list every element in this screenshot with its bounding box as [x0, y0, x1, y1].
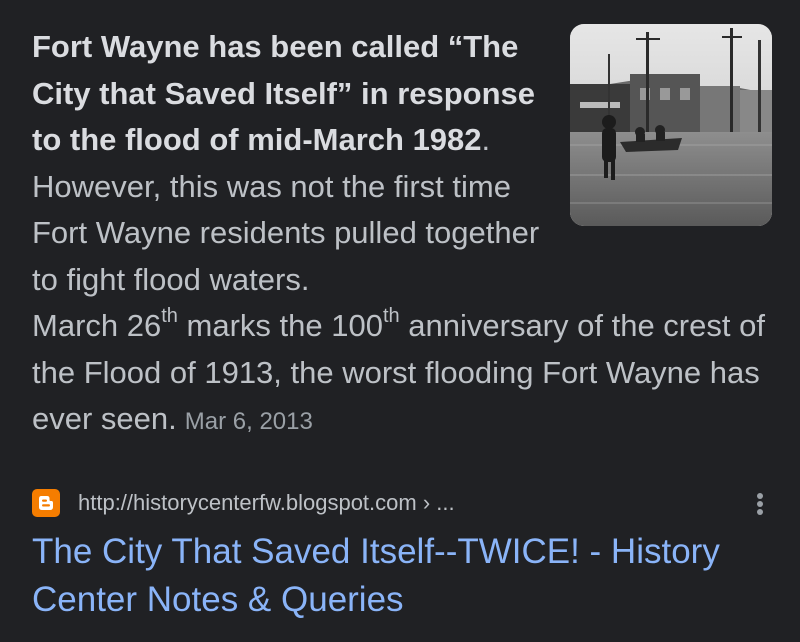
snippet-date: Mar 6, 2013 [184, 408, 313, 435]
snippet-bold-text: Fort Wayne has been called “The City tha… [32, 29, 536, 157]
flood-photo-image [570, 24, 772, 226]
result-title-link[interactable]: The City That Saved Itself--TWICE! - His… [32, 528, 772, 624]
snippet-text-2b: marks the 100 [177, 308, 383, 343]
flood-photo-thumbnail[interactable] [570, 24, 772, 226]
ordinal-suffix: th [161, 305, 178, 327]
source-url[interactable]: http://historycenterfw.blogspot.com › ..… [78, 490, 455, 516]
snippet-text-2a: March 26 [32, 308, 162, 343]
blogger-icon [32, 489, 60, 517]
featured-snippet: Fort Wayne has been called “The City tha… [32, 24, 772, 446]
more-vert-icon[interactable] [748, 486, 772, 520]
ordinal-suffix: th [382, 305, 400, 327]
result-source-row[interactable]: http://historycenterfw.blogspot.com › ..… [32, 486, 772, 520]
